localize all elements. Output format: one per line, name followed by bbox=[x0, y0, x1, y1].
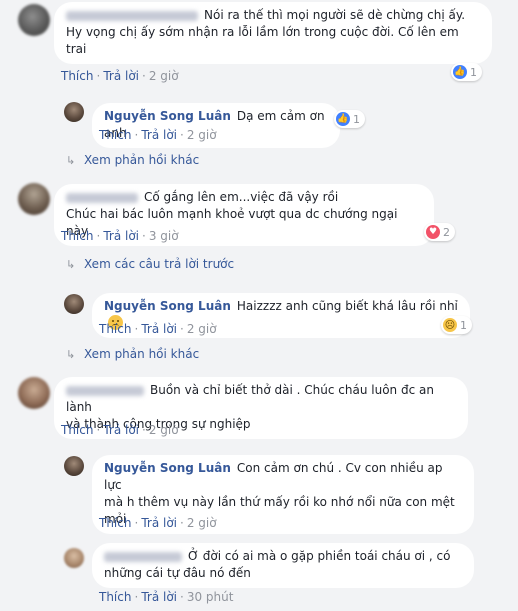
comment-actions: Thích · Trả lời · 2 giờ bbox=[61, 423, 179, 437]
like-link[interactable]: Thích bbox=[61, 69, 93, 83]
reply-link[interactable]: Trả lời bbox=[141, 590, 177, 604]
timestamp[interactable]: 2 giờ bbox=[187, 322, 217, 336]
reply-arrow-icon: ↳ bbox=[66, 154, 76, 167]
timestamp[interactable]: 3 giờ bbox=[149, 229, 179, 243]
comment-text-continued: Hy vọng chị ấy sớm nhận ra lỗi lầm lớn t… bbox=[66, 25, 459, 56]
comment-actions: Thích · Trả lời · 2 giờ bbox=[99, 516, 217, 530]
timestamp[interactable]: 2 giờ bbox=[149, 69, 179, 83]
reply-link[interactable]: Trả lời bbox=[103, 229, 139, 243]
avatar[interactable] bbox=[18, 377, 50, 409]
more-replies-link[interactable]: ↳ Xem phản hồi khác bbox=[66, 347, 199, 361]
like-link[interactable]: Thích bbox=[99, 516, 131, 530]
timestamp[interactable]: 2 giờ bbox=[149, 423, 179, 437]
love-reaction-icon: ♥ bbox=[426, 225, 440, 239]
avatar[interactable] bbox=[64, 102, 84, 122]
reply-arrow-icon: ↳ bbox=[66, 258, 76, 271]
comment-bubble: Nói ra thế thì mọi người sẽ dè chừng chị… bbox=[54, 2, 492, 64]
like-link[interactable]: Thích bbox=[99, 590, 131, 604]
comment-actions: Thích · Trả lời · 3 giờ bbox=[61, 229, 179, 243]
reaction-count[interactable]: ☹ 1 bbox=[441, 316, 472, 334]
timestamp[interactable]: 2 giờ bbox=[187, 516, 217, 530]
reply-link[interactable]: Trả lời bbox=[141, 128, 177, 142]
comment-actions: Thích · Trả lời · 30 phút bbox=[99, 590, 234, 604]
author-name[interactable]: Nguyễn Song Luân bbox=[104, 299, 231, 313]
reply-link[interactable]: Trả lời bbox=[103, 69, 139, 83]
author-name-blurred[interactable] bbox=[66, 192, 138, 203]
more-replies-link[interactable]: ↳ Xem phản hồi khác bbox=[66, 153, 199, 167]
author-name-blurred[interactable] bbox=[104, 551, 182, 562]
like-link[interactable]: Thích bbox=[99, 322, 131, 336]
like-link[interactable]: Thích bbox=[61, 229, 93, 243]
avatar[interactable] bbox=[18, 183, 50, 215]
author-name-blurred[interactable] bbox=[66, 10, 198, 21]
reply-link[interactable]: Trả lời bbox=[103, 423, 139, 437]
like-link[interactable]: Thích bbox=[61, 423, 93, 437]
avatar[interactable] bbox=[64, 294, 84, 314]
like-reaction-icon: 👍 bbox=[453, 65, 467, 79]
reaction-count[interactable]: 👍 1 bbox=[334, 110, 365, 128]
reply-link[interactable]: Trả lời bbox=[141, 516, 177, 530]
previous-replies-link[interactable]: ↳ Xem các câu trả lời trước bbox=[66, 257, 234, 271]
avatar[interactable] bbox=[18, 4, 50, 36]
comment-text: Ở đời có ai mà o gặp phiền toái cháu ơi … bbox=[188, 549, 451, 563]
comment-actions: Thích · Trả lời · 2 giờ bbox=[61, 69, 179, 83]
reaction-count[interactable]: 👍 1 bbox=[451, 63, 482, 81]
comment-text: Haizzzz anh cũng biết khá lâu rồi nhỉ bbox=[236, 299, 458, 313]
avatar[interactable] bbox=[64, 456, 84, 476]
author-name[interactable]: Nguyễn Song Luân bbox=[104, 109, 231, 123]
sad-reaction-icon: ☹ bbox=[443, 318, 457, 332]
comment-text: Nói ra thế thì mọi người sẽ dè chừng chị… bbox=[204, 8, 466, 22]
timestamp[interactable]: 30 phút bbox=[187, 590, 234, 604]
comment-text-continued: những cái tự đâu nó đến bbox=[104, 566, 251, 580]
reply-arrow-icon: ↳ bbox=[66, 348, 76, 361]
reply-bubble: Ở đời có ai mà o gặp phiền toái cháu ơi … bbox=[92, 543, 474, 588]
timestamp[interactable]: 2 giờ bbox=[187, 128, 217, 142]
like-link[interactable]: Thích bbox=[99, 128, 131, 142]
reaction-count[interactable]: ♥ 2 bbox=[424, 223, 455, 241]
author-name-blurred[interactable] bbox=[66, 385, 144, 396]
comment-text: Cố gắng lên em...việc đã vậy rồi bbox=[144, 190, 339, 204]
like-reaction-icon: 👍 bbox=[336, 112, 350, 126]
comment-actions: Thích · Trả lời · 2 giờ bbox=[99, 322, 217, 336]
author-name[interactable]: Nguyễn Song Luân bbox=[104, 461, 231, 475]
avatar[interactable] bbox=[64, 548, 84, 568]
comment-actions: Thích · Trả lời · 2 giờ bbox=[99, 128, 217, 142]
reply-link[interactable]: Trả lời bbox=[141, 322, 177, 336]
